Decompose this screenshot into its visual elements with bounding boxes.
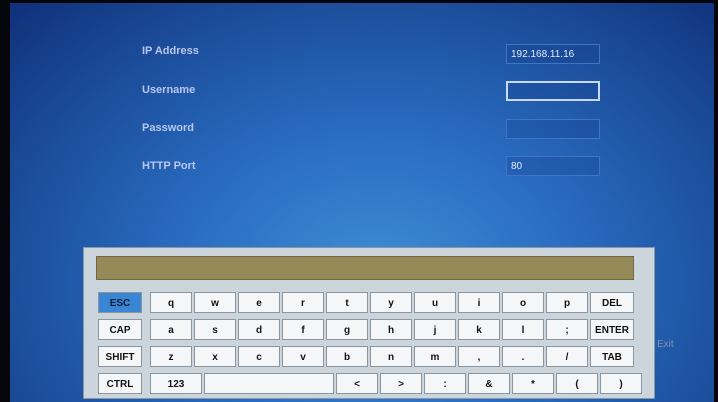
key-n[interactable]: n — [370, 346, 412, 367]
key-r[interactable]: r — [282, 292, 324, 313]
key-ampersand[interactable]: & — [468, 373, 510, 394]
key-greater-than[interactable]: > — [380, 373, 422, 394]
on-screen-keyboard: ESC q w e r t y u i o p DEL CAP a s d f … — [83, 247, 655, 399]
key-p[interactable]: p — [546, 292, 588, 313]
key-z[interactable]: z — [150, 346, 192, 367]
http-port-field[interactable]: 80 — [506, 156, 600, 176]
key-tab[interactable]: TAB — [590, 346, 634, 367]
http-port-label: HTTP Port — [142, 160, 196, 172]
key-space[interactable] — [204, 373, 334, 394]
key-k[interactable]: k — [458, 319, 500, 340]
screen: IP Address 192.168.11.16 Username Passwo… — [10, 3, 714, 402]
key-asterisk[interactable]: * — [512, 373, 554, 394]
key-t[interactable]: t — [326, 292, 368, 313]
key-enter[interactable]: ENTER — [590, 319, 634, 340]
username-field[interactable] — [506, 81, 600, 101]
key-w[interactable]: w — [194, 292, 236, 313]
key-colon[interactable]: : — [424, 373, 466, 394]
ip-address-label: IP Address — [142, 45, 199, 57]
key-shift[interactable]: SHIFT — [98, 346, 142, 367]
key-del[interactable]: DEL — [590, 292, 634, 313]
password-label: Password — [142, 122, 194, 134]
key-d[interactable]: d — [238, 319, 280, 340]
key-v[interactable]: v — [282, 346, 324, 367]
key-u[interactable]: u — [414, 292, 456, 313]
key-e[interactable]: e — [238, 292, 280, 313]
key-m[interactable]: m — [414, 346, 456, 367]
ip-address-field[interactable]: 192.168.11.16 — [506, 44, 600, 64]
key-slash[interactable]: / — [546, 346, 588, 367]
password-field[interactable] — [506, 119, 600, 139]
key-comma[interactable]: , — [458, 346, 500, 367]
key-l[interactable]: l — [502, 319, 544, 340]
key-q[interactable]: q — [150, 292, 192, 313]
key-s[interactable]: s — [194, 319, 236, 340]
key-esc[interactable]: ESC — [98, 292, 142, 313]
key-close-paren[interactable]: ) — [600, 373, 642, 394]
key-i[interactable]: i — [458, 292, 500, 313]
key-123[interactable]: 123 — [150, 373, 202, 394]
exit-button[interactable]: Exit — [657, 339, 674, 350]
key-h[interactable]: h — [370, 319, 412, 340]
key-o[interactable]: o — [502, 292, 544, 313]
key-c[interactable]: c — [238, 346, 280, 367]
key-a[interactable]: a — [150, 319, 192, 340]
key-b[interactable]: b — [326, 346, 368, 367]
key-ctrl[interactable]: CTRL — [98, 373, 142, 394]
key-semicolon[interactable]: ; — [546, 319, 588, 340]
key-f[interactable]: f — [282, 319, 324, 340]
key-less-than[interactable]: < — [336, 373, 378, 394]
key-j[interactable]: j — [414, 319, 456, 340]
key-period[interactable]: . — [502, 346, 544, 367]
key-y[interactable]: y — [370, 292, 412, 313]
key-g[interactable]: g — [326, 319, 368, 340]
key-cap[interactable]: CAP — [98, 319, 142, 340]
username-label: Username — [142, 84, 196, 96]
keyboard-input-display — [96, 256, 634, 280]
key-x[interactable]: x — [194, 346, 236, 367]
key-open-paren[interactable]: ( — [556, 373, 598, 394]
